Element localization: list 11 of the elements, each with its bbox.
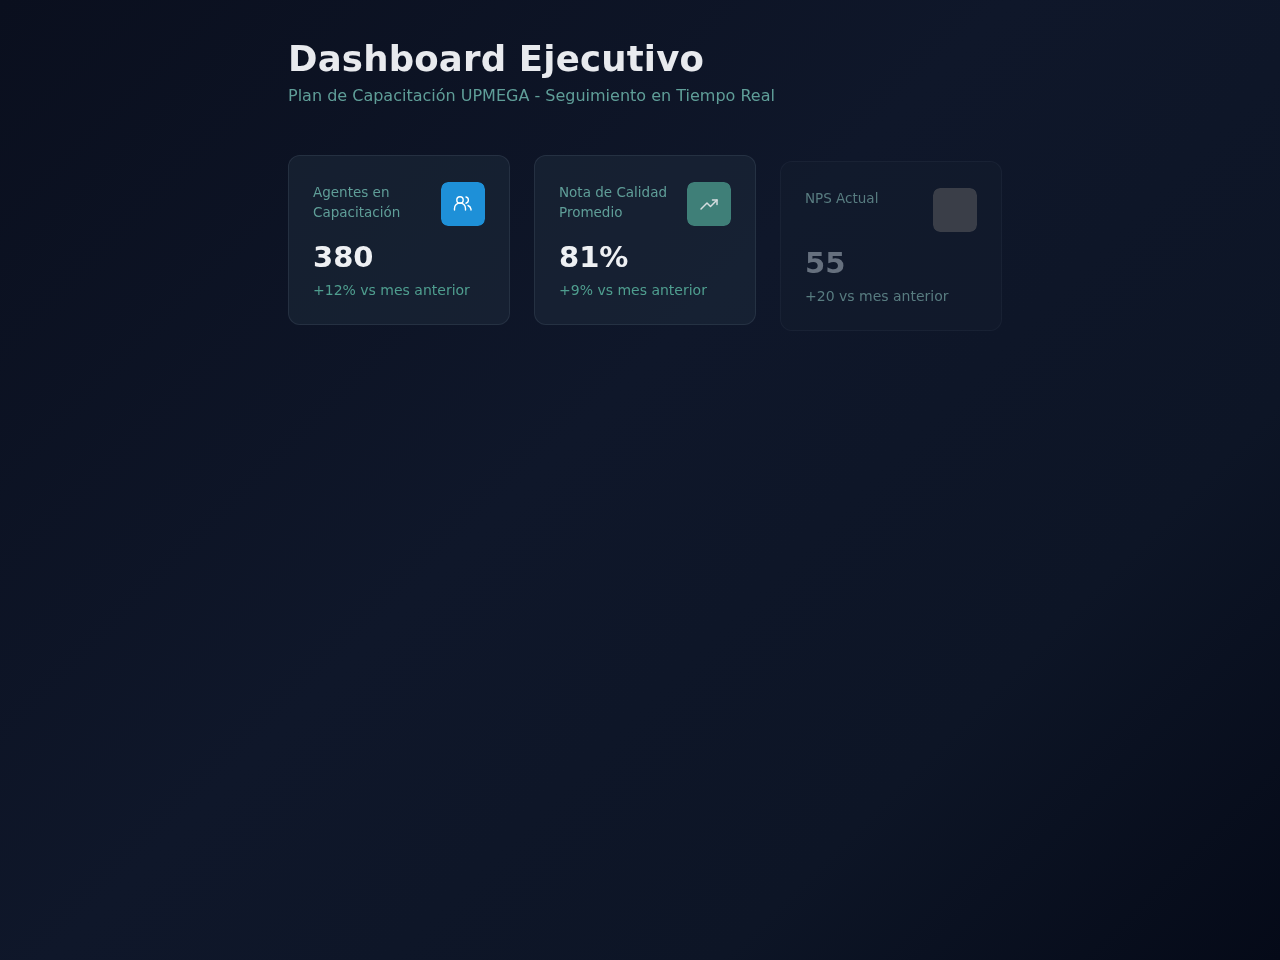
kpi-change: +20 vs mes anterior: [805, 288, 950, 305]
kpi-change: +12% vs mes anterior: [313, 282, 471, 299]
kpi-change: +9% vs mes anterior: [559, 282, 708, 299]
kpi-label: Nota de Calidad Promedio: [559, 183, 668, 223]
kpi-value: 55: [805, 246, 847, 282]
kpi-value: 380: [313, 240, 375, 276]
dashboard-title: Dashboard Ejecutivo: [288, 38, 706, 81]
dashboard-subtitle: Plan de Capacitación UPMEGA - Seguimiento en Tiempo Real: [288, 85, 776, 107]
kpi-label: Agentes en Capacitación: [313, 183, 402, 223]
kpi-label: NPS Actual: [805, 189, 879, 209]
kpi-value: 81%: [559, 240, 630, 276]
